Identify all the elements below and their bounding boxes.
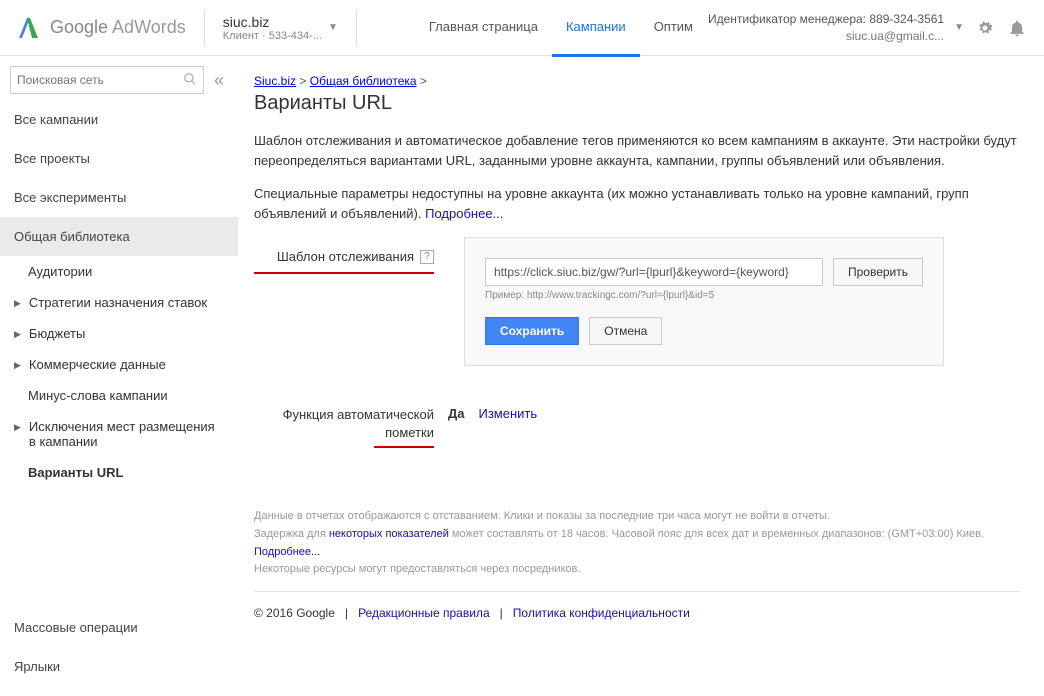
sidebar-all-campaigns[interactable]: Все кампании bbox=[0, 100, 238, 139]
header-divider bbox=[204, 10, 205, 46]
change-link[interactable]: Изменить bbox=[479, 406, 538, 421]
check-button[interactable]: Проверить bbox=[833, 258, 923, 286]
nav-tabs: Главная страница Кампании Оптим bbox=[415, 0, 707, 57]
sidebar-item-label: Исключения мест размещения в кампании bbox=[29, 419, 224, 449]
caret-right-icon: ▶ bbox=[14, 422, 21, 433]
manager-info: Идентификатор менеджера: 889-324-3561 si… bbox=[708, 11, 944, 45]
collapse-icon[interactable]: « bbox=[210, 70, 228, 91]
sidebar-item[interactable]: ▶ Стратегии назначения ставок bbox=[0, 287, 238, 318]
sidebar-all-projects[interactable]: Все проекты bbox=[0, 139, 238, 178]
save-button[interactable]: Сохранить bbox=[485, 317, 579, 345]
gear-icon[interactable] bbox=[974, 17, 996, 39]
description-2: Специальные параметры недоступны на уров… bbox=[254, 184, 1020, 223]
breadcrumb-link[interactable]: Siuc.biz bbox=[254, 74, 296, 88]
sidebar-item[interactable]: ▶ Исключения мест размещения в кампании bbox=[0, 411, 238, 457]
search-icon[interactable] bbox=[183, 72, 197, 89]
description-1: Шаблон отслеживания и автоматическое доб… bbox=[254, 131, 1020, 170]
privacy-link[interactable]: Политика конфиденциальности bbox=[513, 606, 690, 620]
caret-right-icon: ▶ bbox=[14, 329, 21, 340]
sidebar-item-label: Аудитории bbox=[28, 264, 92, 279]
tracking-form: Проверить Пример: http://www.trackingc.c… bbox=[464, 237, 944, 366]
sidebar-all-experiments[interactable]: Все эксперименты bbox=[0, 178, 238, 217]
sidebar-bulk-ops[interactable]: Массовые операции bbox=[0, 608, 238, 647]
sidebar-item[interactable]: ▶ Бюджеты bbox=[0, 318, 238, 349]
more-link[interactable]: Подробнее... bbox=[425, 206, 503, 221]
copyright: © 2016 Google | Редакционные правила | П… bbox=[254, 604, 1020, 623]
app-header: Google AdWords siuc.biz Клиент · 533-434… bbox=[0, 0, 1044, 56]
sidebar-item[interactable]: Минус-слова кампании bbox=[0, 380, 238, 411]
breadcrumb-link[interactable]: Общая библиотека bbox=[310, 74, 417, 88]
chevron-down-icon[interactable]: ▼ bbox=[954, 22, 964, 33]
tracking-template-label: Шаблон отслеживания ? bbox=[254, 237, 434, 366]
more-link[interactable]: Подробнее... bbox=[254, 546, 320, 558]
main-content: Siuc.biz > Общая библиотека > Варианты U… bbox=[238, 56, 1044, 696]
client-selector[interactable]: siuc.biz Клиент · 533-434-... ▼ bbox=[223, 14, 338, 42]
sidebar-item-label: Минус-слова кампании bbox=[28, 388, 168, 403]
footer-notes: Данные в отчетах отображаются с отставан… bbox=[254, 508, 1020, 623]
search-input-wrap bbox=[10, 66, 204, 94]
page-title: Варианты URL bbox=[254, 92, 1020, 115]
sidebar-item[interactable]: ▶ Коммерческие данные bbox=[0, 349, 238, 380]
chevron-down-icon: ▼ bbox=[328, 22, 338, 33]
auto-tagging-row: Функция автоматической пометки Да Измени… bbox=[254, 406, 1020, 448]
help-icon[interactable]: ? bbox=[420, 250, 434, 264]
metrics-link[interactable]: некоторых показателей bbox=[329, 528, 449, 540]
sidebar-item-label: Варианты URL bbox=[28, 465, 123, 480]
logo[interactable]: Google AdWords bbox=[16, 16, 186, 40]
logo-text: Google AdWords bbox=[50, 17, 186, 38]
search-input[interactable] bbox=[17, 73, 183, 87]
editorial-link[interactable]: Редакционные правила bbox=[358, 606, 490, 620]
cancel-button[interactable]: Отмена bbox=[589, 317, 662, 345]
tab-home[interactable]: Главная страница bbox=[415, 0, 552, 57]
adwords-logo-icon bbox=[16, 16, 40, 40]
label-underline bbox=[254, 272, 434, 274]
tracking-template-input[interactable] bbox=[485, 258, 823, 286]
client-sub: Клиент · 533-434-... bbox=[223, 30, 322, 42]
tab-campaigns[interactable]: Кампании bbox=[552, 0, 640, 57]
auto-tagging-label: Функция автоматической пометки bbox=[254, 406, 434, 448]
sidebar-labels[interactable]: Ярлыки bbox=[0, 647, 238, 686]
sidebar-item-label: Бюджеты bbox=[29, 326, 85, 341]
sidebar-item-label: Стратегии назначения ставок bbox=[29, 295, 207, 310]
sidebar-item[interactable]: Варианты URL bbox=[0, 457, 238, 488]
bell-icon[interactable] bbox=[1006, 17, 1028, 39]
caret-right-icon: ▶ bbox=[14, 298, 21, 309]
caret-right-icon: ▶ bbox=[14, 360, 21, 371]
client-name: siuc.biz bbox=[223, 14, 322, 30]
sidebar-item-label: Коммерческие данные bbox=[29, 357, 166, 372]
header-divider bbox=[356, 10, 357, 46]
auto-tagging-value: Да bbox=[448, 406, 465, 421]
tab-optim[interactable]: Оптим bbox=[640, 0, 707, 57]
sidebar-sub-list: Аудитории ▶ Стратегии назначения ставок ▶ Бю… bbox=[0, 256, 238, 488]
breadcrumb: Siuc.biz > Общая библиотека > bbox=[254, 74, 1020, 88]
example-text: Пример: http://www.trackingc.com/?url={l… bbox=[485, 290, 923, 301]
sidebar-shared-library[interactable]: Общая библиотека bbox=[0, 217, 238, 256]
sidebar: « Все кампании Все проекты Все экспериме… bbox=[0, 56, 238, 696]
sidebar-item[interactable]: Аудитории bbox=[0, 256, 238, 287]
